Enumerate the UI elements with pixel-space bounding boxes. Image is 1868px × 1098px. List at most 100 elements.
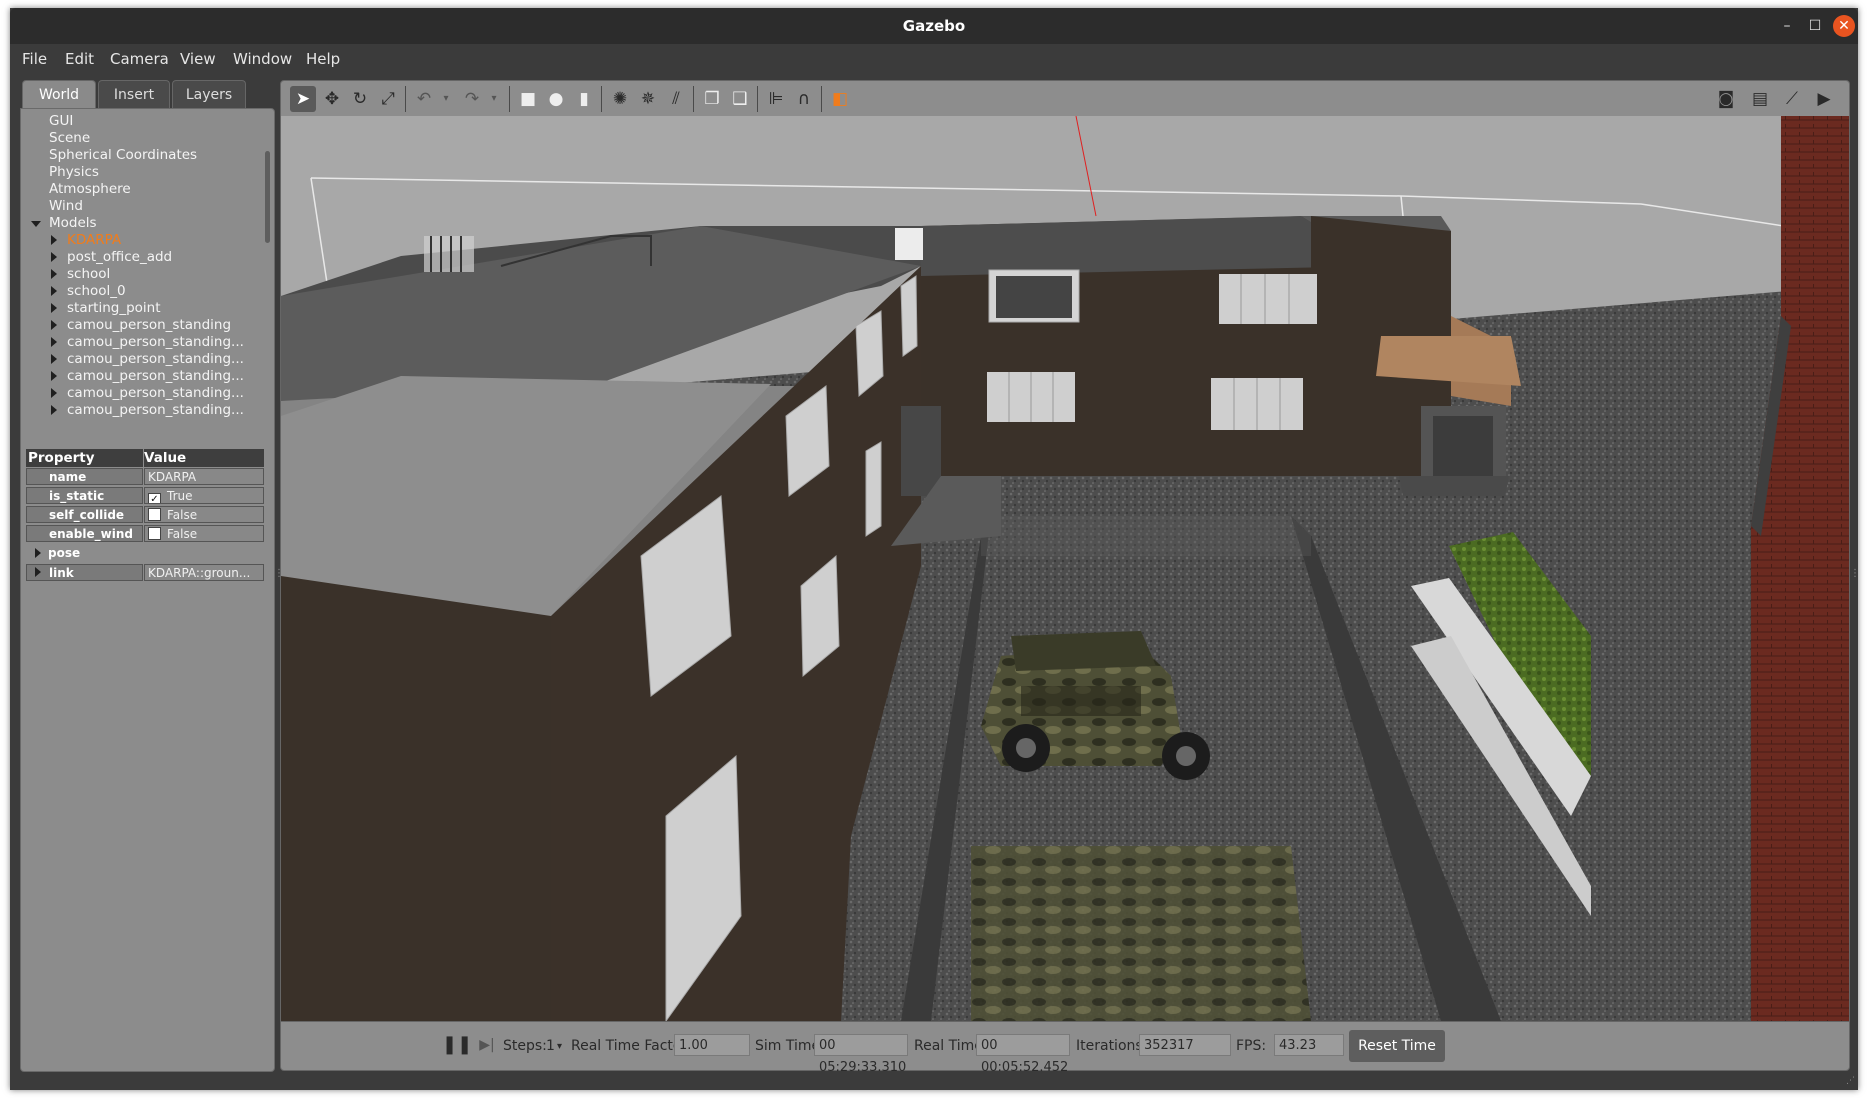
expand-arrow-icon[interactable] <box>51 371 57 381</box>
scale-mode-icon[interactable]: ⤢ <box>375 86 401 112</box>
tree-item-model[interactable]: camou_person_standing... <box>67 385 257 402</box>
menu-camera[interactable]: Camera <box>110 50 169 68</box>
cylinder-shape-icon[interactable]: ▮ <box>571 86 597 112</box>
tree-item-atmosphere[interactable]: Atmosphere <box>49 181 131 198</box>
snap-icon[interactable]: ∩ <box>791 86 817 112</box>
steps-value[interactable]: 1 <box>546 1038 555 1054</box>
step-icon[interactable]: ▶| <box>474 1032 500 1058</box>
tree-item-wind[interactable]: Wind <box>49 198 83 215</box>
property-key: self_collide <box>26 506 143 523</box>
point-light-icon[interactable]: ✺ <box>607 86 633 112</box>
property-value-link: KDARPA::groun... <box>144 564 264 581</box>
simulation-status-bar: ❚❚ ▶| Steps: 1 ▾ Real Time Factor: 1.00 … <box>280 1021 1850 1075</box>
expand-arrow-icon[interactable] <box>51 405 57 415</box>
reset-time-button[interactable]: Reset Time <box>1349 1030 1445 1062</box>
tab-insert[interactable]: Insert <box>98 80 170 109</box>
checkbox-unchecked-icon[interactable] <box>148 527 161 540</box>
directional-light-icon[interactable]: ⫽ <box>663 86 689 112</box>
change-view-icon[interactable]: ◧ <box>827 86 853 112</box>
property-value-self-collide[interactable]: False <box>144 506 264 523</box>
right-splitter-handle[interactable]: ⋮ <box>1850 568 1860 579</box>
select-mode-icon[interactable]: ➤ <box>290 86 316 112</box>
property-key: pose <box>26 545 143 562</box>
tree-item-model[interactable]: school <box>67 266 257 283</box>
maximize-icon[interactable]: ☐ <box>1804 15 1826 37</box>
property-row-link[interactable]: link KDARPA::groun... <box>26 564 264 582</box>
collapse-arrow-icon[interactable] <box>31 221 41 227</box>
tree-scrollbar[interactable] <box>265 151 270 243</box>
checkbox-checked-icon[interactable]: ✓ <box>148 493 161 503</box>
menu-view[interactable]: View <box>180 50 216 68</box>
scene-toolbar: ➤ ✥ ↻ ⤢ ↶ ▾ ↷ ▾ ■ ● ▮ ✺ ✵ ⫽ ❐ ❑ ⊫ ∩ ◧ ◙ … <box>280 80 1850 117</box>
expand-arrow-icon[interactable] <box>51 252 57 262</box>
tab-layers[interactable]: Layers <box>172 80 246 109</box>
rotate-mode-icon[interactable]: ↻ <box>347 86 373 112</box>
tab-world[interactable]: World <box>22 80 96 109</box>
steps-chevron-icon[interactable]: ▾ <box>557 1041 562 1052</box>
tree-item-gui[interactable]: GUI <box>49 113 73 130</box>
box-shape-icon[interactable]: ■ <box>515 86 541 112</box>
checkbox-label: False <box>167 508 198 522</box>
property-value-name[interactable]: KDARPA <box>144 468 264 485</box>
tree-item-model[interactable]: camou_person_standing... <box>67 402 257 419</box>
sim-time-field: 00 05:29:33.310 <box>814 1034 908 1075</box>
translate-mode-icon[interactable]: ✥ <box>319 86 345 112</box>
property-value-is-static[interactable]: ✓ True <box>144 487 264 504</box>
expand-arrow-icon[interactable] <box>51 235 57 245</box>
tree-item-physics[interactable]: Physics <box>49 164 99 181</box>
tree-item-model[interactable]: starting_point <box>67 300 257 317</box>
real-time-factor-field: 1.00 <box>674 1034 750 1056</box>
tree-item-model[interactable]: camou_person_standing... <box>67 351 257 368</box>
logging-icon[interactable]: ▤ <box>1747 86 1773 112</box>
sphere-shape-icon[interactable]: ● <box>543 86 569 112</box>
world-tree[interactable]: GUI Scene Spherical Coordinates Physics … <box>27 113 263 443</box>
fps-field: 43.23 <box>1274 1034 1344 1056</box>
expand-arrow-icon[interactable] <box>51 303 57 313</box>
title-bar: Gazebo – ☐ ✕ <box>10 8 1858 44</box>
expand-arrow-icon[interactable] <box>51 269 57 279</box>
checkbox-unchecked-icon[interactable] <box>148 508 161 521</box>
spot-light-icon[interactable]: ✵ <box>635 86 661 112</box>
3d-viewport[interactable] <box>280 116 1850 1021</box>
video-record-icon[interactable]: ▶ <box>1811 86 1837 112</box>
tree-item-scene[interactable]: Scene <box>49 130 90 147</box>
tree-item-model[interactable]: camou_person_standing... <box>67 368 257 385</box>
gazebo-window: Gazebo – ☐ ✕ File Edit Camera View Windo… <box>10 8 1860 1090</box>
property-row-pose[interactable]: pose <box>26 545 264 563</box>
minimize-icon[interactable]: – <box>1776 15 1798 37</box>
pause-icon[interactable]: ❚❚ <box>442 1032 472 1058</box>
expand-arrow-icon[interactable] <box>51 286 57 296</box>
tree-item-model[interactable]: school_0 <box>67 283 257 300</box>
menu-file[interactable]: File <box>22 50 47 68</box>
plot-icon[interactable]: ⟋ <box>1779 86 1805 112</box>
property-value-enable-wind[interactable]: False <box>144 525 264 542</box>
redo-history-chevron-icon[interactable]: ▾ <box>481 86 507 112</box>
checkbox-label: False <box>167 527 198 541</box>
toolbar-separator <box>821 86 822 112</box>
expand-arrow-icon[interactable] <box>51 388 57 398</box>
tree-item-model[interactable]: KDARPA <box>67 232 257 249</box>
menu-window[interactable]: Window <box>233 50 292 68</box>
resize-grip-icon[interactable]: ⋰ <box>1846 1076 1855 1086</box>
menu-edit[interactable]: Edit <box>65 50 94 68</box>
property-header: Property <box>26 449 143 467</box>
copy-icon[interactable]: ❐ <box>699 86 725 112</box>
expand-arrow-icon[interactable] <box>51 320 57 330</box>
tree-item-model[interactable]: camou_person_standing... <box>67 334 257 351</box>
screenshot-icon[interactable]: ◙ <box>1713 86 1739 112</box>
expand-arrow-icon[interactable] <box>51 354 57 364</box>
paste-icon[interactable]: ❑ <box>727 86 753 112</box>
tree-item-models[interactable]: Models <box>49 215 97 232</box>
undo-history-chevron-icon[interactable]: ▾ <box>433 86 459 112</box>
expand-arrow-icon[interactable] <box>35 567 41 577</box>
expand-arrow-icon[interactable] <box>51 337 57 347</box>
close-icon[interactable]: ✕ <box>1833 15 1855 37</box>
tree-item-spherical-coordinates[interactable]: Spherical Coordinates <box>49 147 197 164</box>
steps-label: Steps: <box>503 1038 547 1054</box>
tree-item-model[interactable]: camou_person_standing <box>67 317 257 334</box>
align-icon[interactable]: ⊫ <box>763 86 789 112</box>
tree-item-model[interactable]: post_office_add <box>67 249 257 266</box>
expand-arrow-icon[interactable] <box>35 548 41 558</box>
value-header: Value <box>144 449 264 467</box>
menu-help[interactable]: Help <box>306 50 340 68</box>
